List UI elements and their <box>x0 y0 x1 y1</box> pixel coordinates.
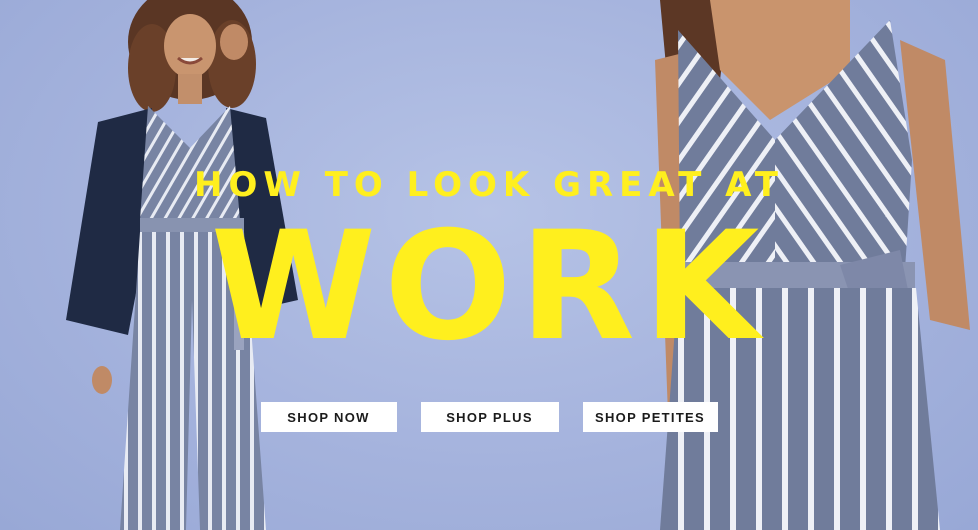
promo-banner[interactable]: HOW TO LOOK GREAT AT WORK SHOP NOW SHOP … <box>0 0 978 530</box>
shop-petites-button[interactable]: SHOP PETITES <box>582 402 718 432</box>
cta-button-row: SHOP NOW SHOP PLUS SHOP PETITES <box>0 402 978 432</box>
shop-plus-button[interactable]: SHOP PLUS <box>420 402 559 432</box>
banner-hero-word: WORK <box>210 200 768 374</box>
shop-now-button[interactable]: SHOP NOW <box>260 402 397 432</box>
banner-headline: HOW TO LOOK GREAT AT <box>194 165 784 205</box>
